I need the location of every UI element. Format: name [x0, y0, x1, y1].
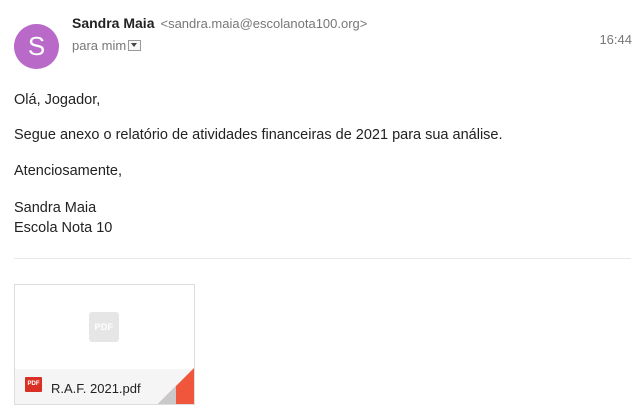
- sender-avatar[interactable]: S: [14, 24, 59, 69]
- pdf-file-icon: PDF: [25, 377, 42, 392]
- attachment-file-name[interactable]: R.A.F. 2021.pdf: [51, 381, 141, 396]
- closing-text: Atenciosamente,: [14, 163, 123, 179]
- pdf-preview-icon: PDF: [89, 312, 119, 342]
- page-fold-icon: [158, 368, 194, 404]
- sender-line: Sandra Maia <sandra.maia@escolanota100.or…: [72, 15, 367, 31]
- sender-name[interactable]: Sandra Maia: [72, 15, 154, 31]
- attachments-divider: [14, 258, 631, 259]
- email-message: S Sandra Maia <sandra.maia@escolanota100.…: [0, 0, 644, 418]
- message-text: Segue anexo o relatório de atividades fi…: [14, 127, 503, 143]
- signature-organization: Escola Nota 10: [14, 220, 113, 236]
- greeting-text: Olá, Jogador,: [14, 92, 101, 108]
- sender-email[interactable]: <sandra.maia@escolanota100.org>: [160, 16, 367, 31]
- recipient-line: para mim: [72, 38, 142, 53]
- message-time[interactable]: 16:44: [599, 32, 632, 47]
- recipient-label: para mim: [72, 38, 127, 53]
- signature-name: Sandra Maia: [14, 200, 97, 216]
- attachment-card[interactable]: PDF PDF R.A.F. 2021.pdf: [14, 284, 195, 405]
- show-details-dropdown-icon[interactable]: [128, 40, 142, 51]
- attachment-preview[interactable]: PDF: [15, 285, 194, 369]
